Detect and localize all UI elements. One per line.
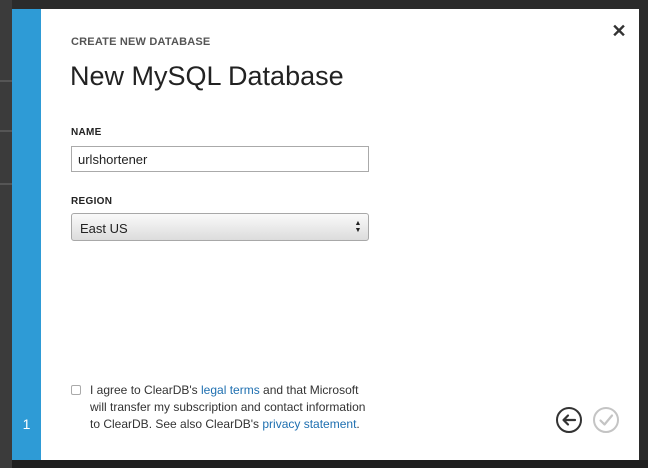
dialog-subtitle: CREATE NEW DATABASE	[71, 36, 211, 48]
back-button[interactable]	[556, 407, 582, 433]
close-icon: ✕	[611, 21, 627, 41]
region-select-value: East US	[80, 221, 128, 236]
step-bar: 1	[12, 9, 41, 460]
close-button[interactable]: ✕	[611, 21, 627, 41]
backdrop-ghost	[0, 183, 12, 185]
confirm-button[interactable]	[593, 407, 619, 433]
name-input[interactable]	[71, 146, 369, 172]
legal-terms-link[interactable]: legal terms	[201, 383, 260, 397]
agreement-text-part: .	[356, 417, 360, 431]
agreement-text: I agree to ClearDB's legal terms and tha…	[71, 382, 371, 433]
updown-arrows-icon: ▲ ▼	[354, 220, 362, 234]
agreement-text-part: I agree to ClearDB's	[90, 383, 202, 397]
region-label: REGION	[71, 196, 113, 207]
privacy-statement-link[interactable]: privacy statement	[262, 417, 356, 431]
region-select[interactable]: East US ▲ ▼	[71, 213, 369, 241]
backdrop-bottom	[12, 460, 648, 468]
checkmark-icon	[599, 414, 614, 426]
backdrop-ghost	[0, 130, 12, 132]
back-arrow-icon	[562, 414, 577, 426]
agree-checkbox[interactable]	[71, 385, 81, 395]
backdrop-ghost	[0, 80, 12, 82]
agreement: I agree to ClearDB's legal terms and tha…	[71, 382, 371, 433]
backdrop-strip	[0, 0, 12, 468]
step-number: 1	[22, 416, 31, 432]
create-database-dialog: 1 ✕ CREATE NEW DATABASE New MySQL Databa…	[12, 9, 639, 460]
dialog-title: New MySQL Database	[70, 61, 344, 91]
name-label: NAME	[71, 127, 102, 138]
